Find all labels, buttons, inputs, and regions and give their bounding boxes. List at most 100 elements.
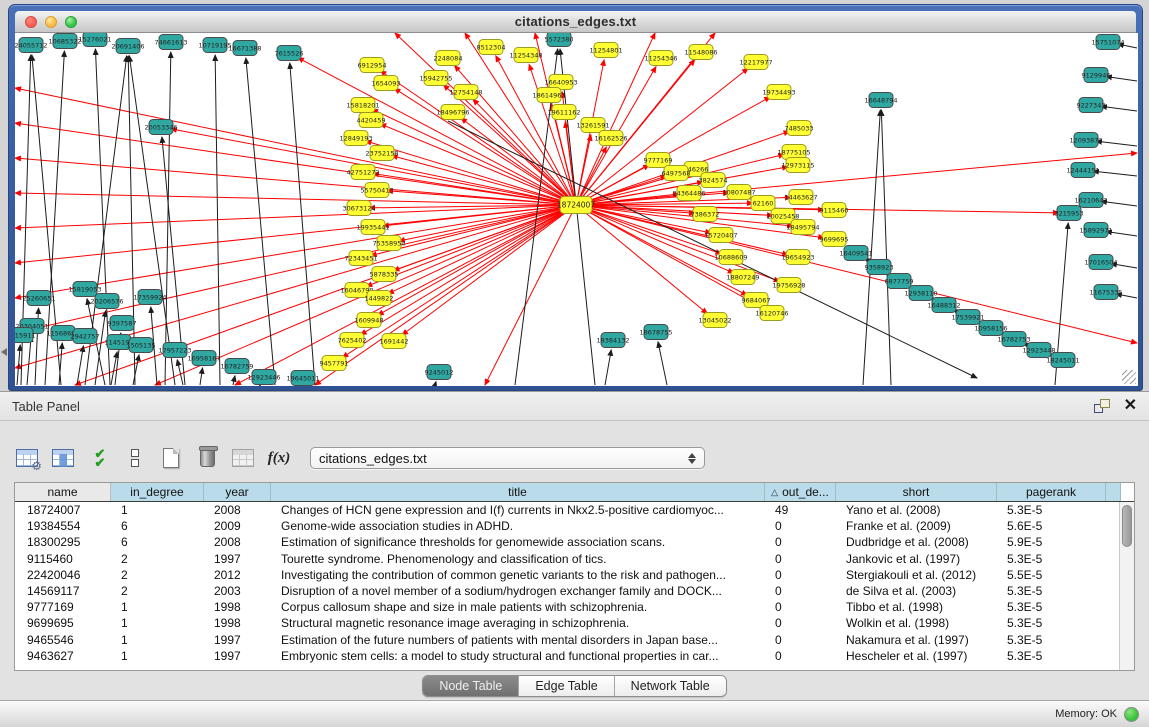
table-row[interactable]: 946554611997Estimation of the future num…	[15, 632, 1119, 648]
panel-collapse-arrow-icon[interactable]	[1, 348, 7, 356]
graph-node[interactable]: 7625402	[338, 333, 367, 348]
tab-node-table[interactable]: Node Table	[423, 676, 519, 696]
graph-node[interactable]: 4420459	[357, 113, 386, 128]
graph-node[interactable]: 15751074	[1091, 35, 1124, 50]
graph-node[interactable]: 42751272	[346, 165, 379, 180]
citation-network-graph[interactable]: 1872400769129541654093158182014420459128…	[15, 33, 1138, 386]
graph-node[interactable]: 8512304	[477, 40, 506, 55]
graph-node[interactable]: 19756928	[772, 278, 805, 293]
graph-node[interactable]: 7386372	[691, 207, 720, 222]
graph-node[interactable]: 2248084	[434, 51, 463, 66]
graph-node[interactable]: 74661613	[154, 35, 187, 50]
graph-node[interactable]: 12849193	[339, 131, 372, 146]
row-height-icon[interactable]	[122, 445, 148, 471]
graph-node[interactable]: 19611162	[547, 105, 580, 120]
column-visibility-icon[interactable]	[50, 445, 76, 471]
graph-node[interactable]: 16162526	[594, 131, 627, 146]
graph-node[interactable]: 24055712	[15, 38, 48, 53]
tab-network-table[interactable]: Network Table	[615, 676, 726, 696]
graph-node[interactable]: 11254801	[589, 43, 622, 58]
graph-node[interactable]: 16782753	[997, 332, 1030, 347]
graph-node[interactable]: 11254348	[509, 48, 542, 63]
column-header-name[interactable]: name	[15, 483, 111, 501]
graph-node[interactable]: 3824574	[699, 173, 728, 188]
graph-node[interactable]: 6877759	[885, 274, 914, 289]
graph-node[interactable]: 16120746	[755, 306, 788, 321]
window-titlebar[interactable]: citations_edges.txt	[15, 11, 1136, 33]
table-row[interactable]: 1938455462009Genome-wide association stu…	[15, 518, 1119, 534]
graph-node[interactable]: 5878335	[370, 267, 399, 282]
table-source-select[interactable]: citations_edges.txt	[310, 447, 705, 469]
graph-node[interactable]: 24364486	[672, 186, 705, 201]
resize-grip[interactable]	[1122, 370, 1136, 384]
graph-node[interactable]: 3915911	[15, 328, 35, 343]
graph-node[interactable]: 13045022	[698, 313, 731, 328]
graph-node[interactable]: 15720407	[704, 228, 737, 243]
graph-node[interactable]: 1449822	[365, 291, 394, 306]
graph-node[interactable]: 19645011	[286, 371, 319, 386]
graph-node[interactable]: 18245011	[1046, 353, 1079, 368]
graph-node[interactable]: 18495794	[786, 220, 819, 235]
graph-node[interactable]: 12754148	[449, 85, 482, 100]
close-panel-icon[interactable]: ✕	[1124, 399, 1137, 413]
float-panel-icon[interactable]	[1094, 399, 1110, 413]
table-row[interactable]: 977716911998Corpus callosum shape and si…	[15, 599, 1119, 615]
function-builder-icon[interactable]: f(x)	[266, 445, 292, 471]
table-row[interactable]: 1830029562008Estimation of significance …	[15, 534, 1119, 550]
graph-node[interactable]: 15942755	[419, 71, 452, 86]
graph-node[interactable]: 12093872	[1069, 133, 1102, 148]
graph-node[interactable]: 18614963	[532, 88, 565, 103]
graph-node[interactable]: 30673124	[342, 201, 375, 216]
column-header-year[interactable]: year	[204, 483, 271, 501]
graph-node[interactable]: 10807487	[722, 185, 755, 200]
scrollbar-thumb[interactable]	[1122, 505, 1132, 547]
graph-node[interactable]: 19654923	[781, 250, 814, 265]
graph-node[interactable]: 16671388	[228, 41, 261, 56]
table-row[interactable]: 2242004622012Investigating the contribut…	[15, 567, 1119, 583]
graph-node[interactable]: 6912954	[358, 58, 387, 73]
graph-node[interactable]: 16782759	[220, 359, 253, 374]
graph-node[interactable]: 18384132	[596, 333, 629, 348]
row-selection-icon[interactable]: ✔✔	[86, 445, 112, 471]
graph-node[interactable]: 12923446	[247, 370, 280, 385]
graph-node[interactable]: 12444151	[1066, 163, 1099, 178]
graph-node[interactable]: 20691406	[111, 39, 144, 54]
graph-node[interactable]: 9115460	[820, 203, 849, 218]
graph-node[interactable]: 12217977	[739, 55, 772, 70]
network-canvas[interactable]: 1872400769129541654093158182014420459128…	[15, 33, 1138, 386]
graph-node[interactable]: 9129946	[1082, 68, 1111, 83]
graph-node[interactable]: 10719195	[198, 38, 231, 53]
graph-node[interactable]: 12923448	[1022, 343, 1055, 358]
column-header-out_de...[interactable]: △out_de...	[765, 483, 836, 501]
graph-node[interactable]: 23752158	[365, 146, 398, 161]
graph-node[interactable]: 16958167	[187, 351, 220, 366]
graph-node[interactable]: 1609948	[355, 313, 384, 328]
graph-node[interactable]: 18678755	[639, 325, 672, 340]
graph-node[interactable]: 9227343	[1077, 98, 1106, 113]
graph-node[interactable]: 9699695	[820, 232, 849, 247]
graph-node[interactable]: 1691442	[380, 334, 409, 349]
graph-node[interactable]: 10685322	[48, 34, 81, 49]
column-header-in_degree[interactable]: in_degree	[111, 483, 204, 501]
table-row[interactable]: 1872400712008Changes of HCN gene express…	[15, 502, 1119, 518]
import-table-icon[interactable]	[230, 445, 256, 471]
graph-node[interactable]: 18496796	[436, 105, 469, 120]
graph-node[interactable]: 19935441	[356, 220, 389, 235]
column-header-pagerank[interactable]: pagerank	[997, 483, 1106, 501]
graph-node[interactable]: 75358954	[372, 236, 405, 251]
graph-node[interactable]: 14463627	[784, 190, 817, 205]
graph-node[interactable]: 10688609	[714, 250, 747, 265]
graph-node[interactable]: 11548086	[684, 45, 717, 60]
graph-node[interactable]: 16409541	[839, 246, 872, 261]
graph-node[interactable]: 9397587	[108, 316, 137, 331]
graph-node[interactable]: 18807249	[726, 270, 759, 285]
graph-node[interactable]: 1654093	[372, 76, 401, 91]
graph-node[interactable]: 9245012	[425, 365, 454, 380]
table-row[interactable]: 1456911722003Disruption of a novel membe…	[15, 583, 1119, 599]
graph-node[interactable]: 12938110	[904, 286, 937, 301]
graph-node[interactable]: 72343451	[344, 251, 377, 266]
graph-node[interactable]: 11254346	[644, 51, 677, 66]
graph-node[interactable]: 16648794	[864, 93, 897, 108]
graph-node[interactable]: 20053346	[144, 120, 177, 135]
graph-node[interactable]: 6497568	[662, 166, 691, 181]
